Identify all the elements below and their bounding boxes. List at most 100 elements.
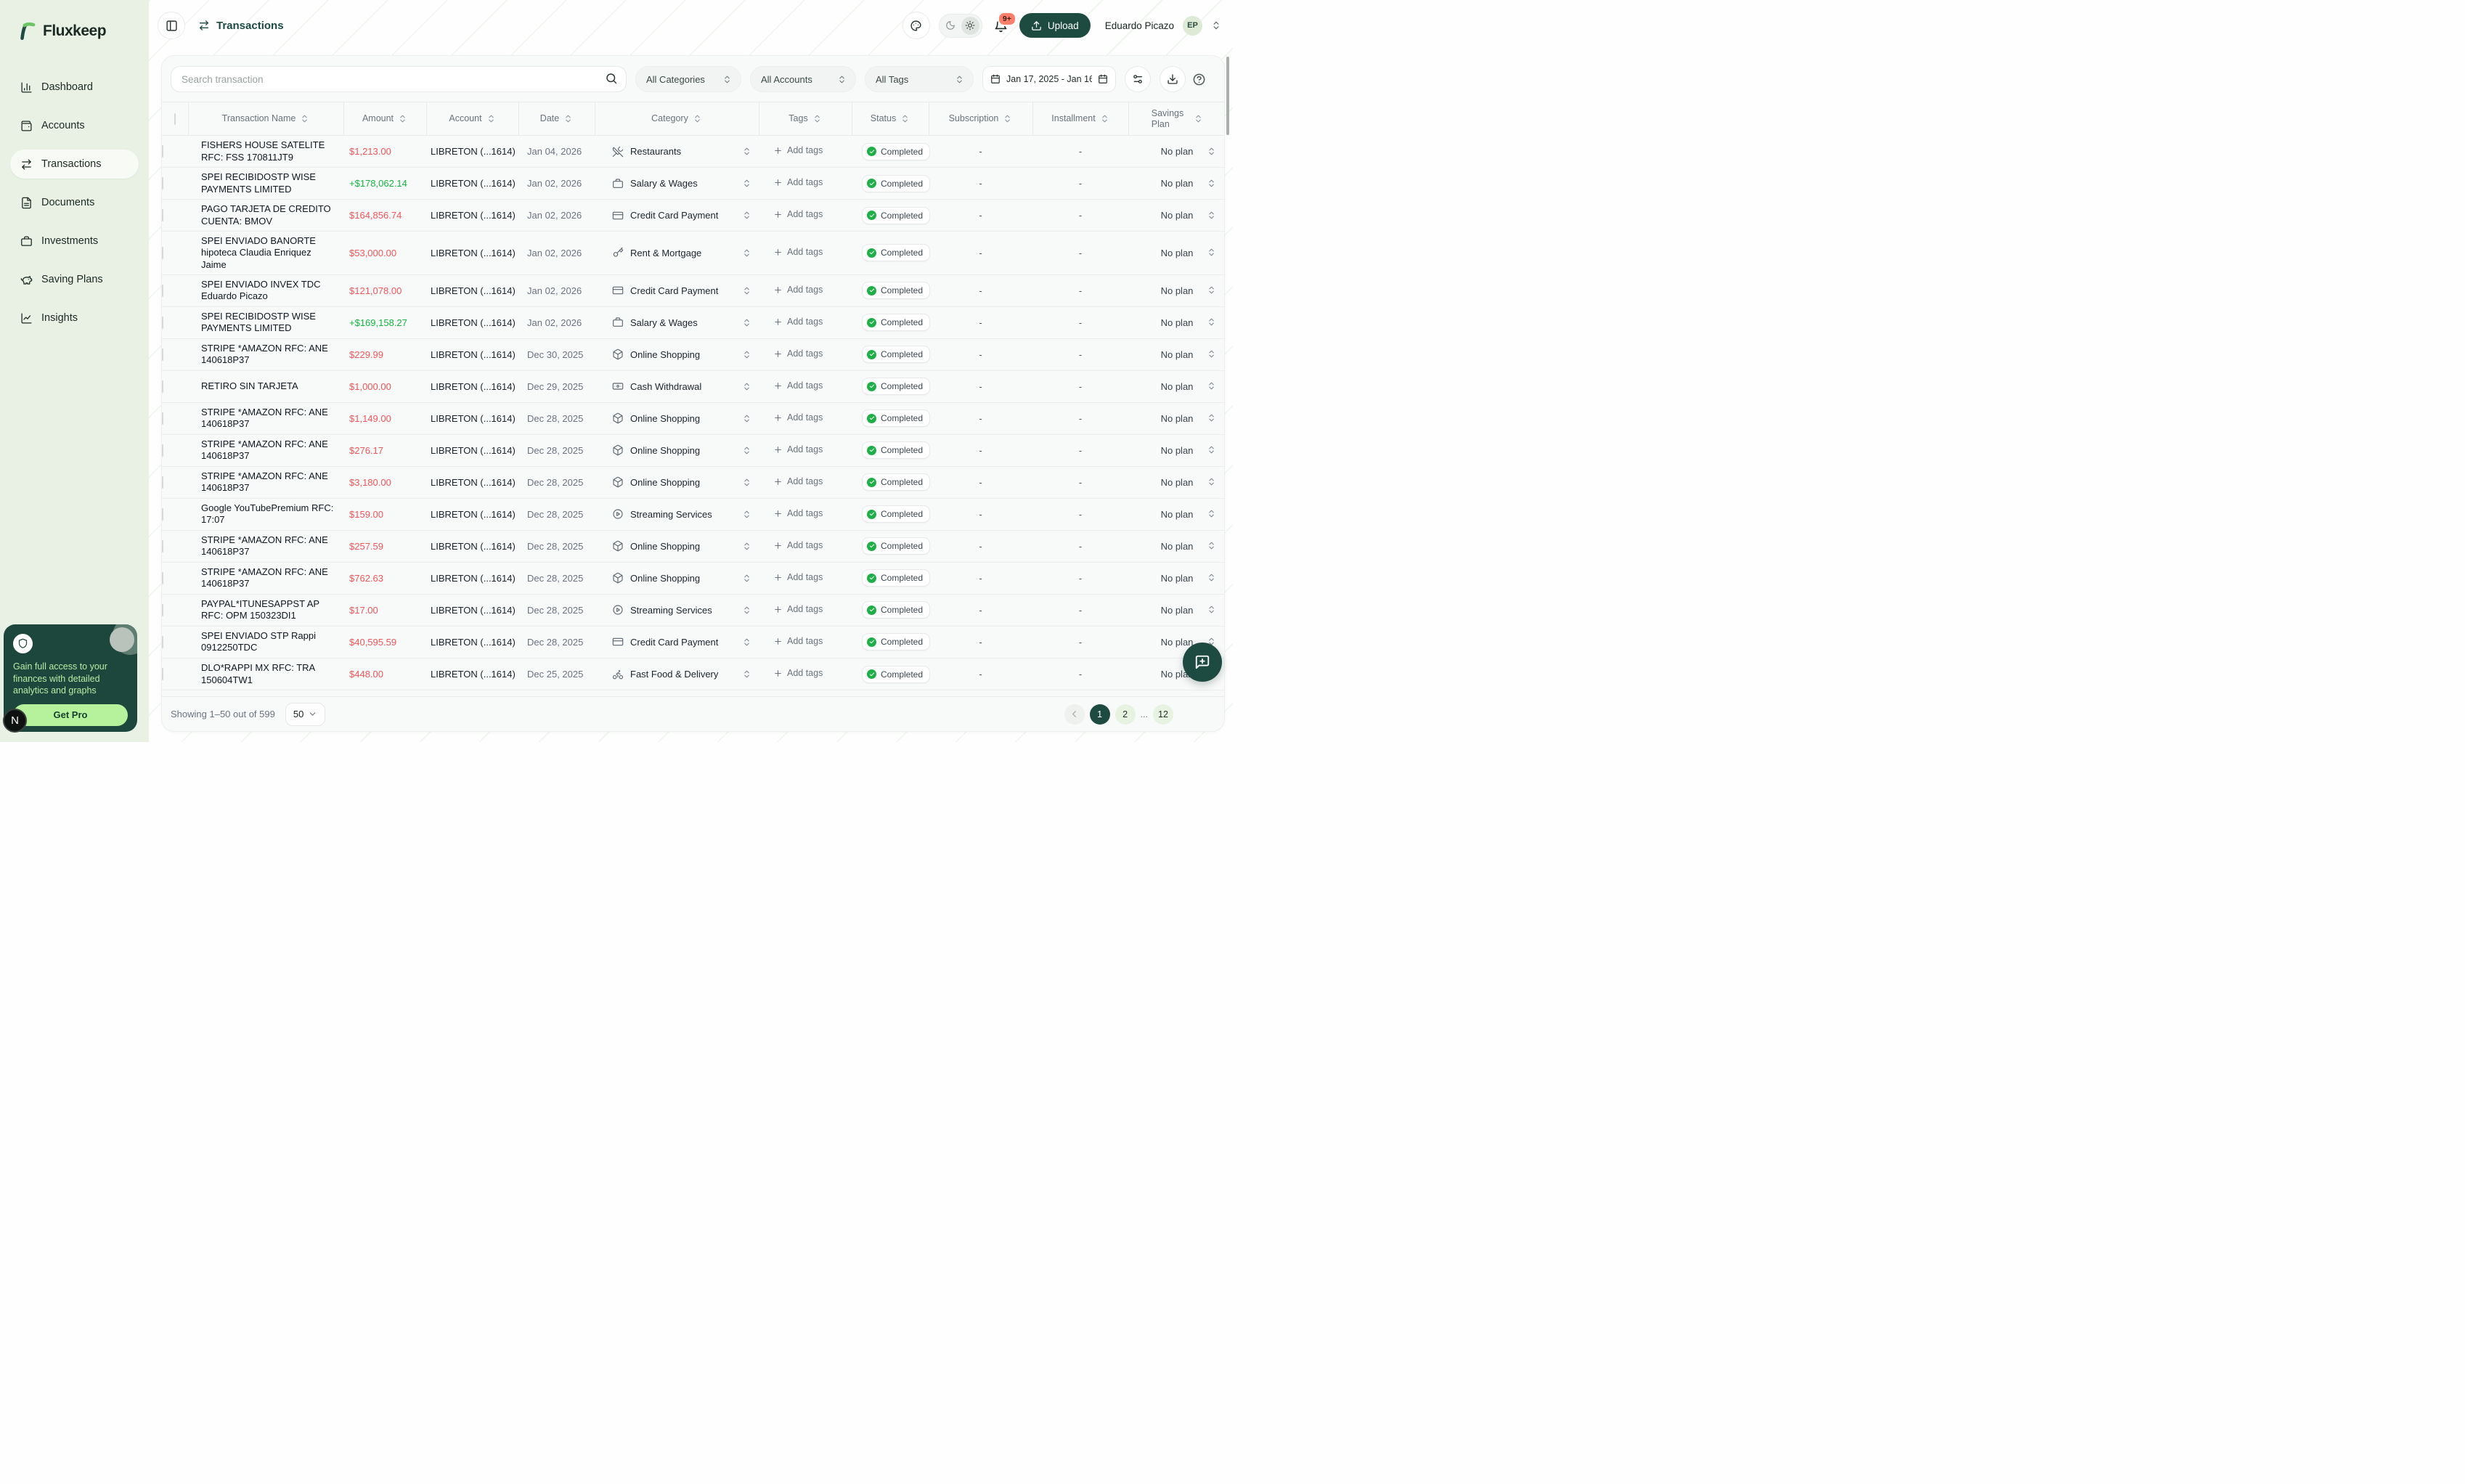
savings-plan-select[interactable]: No plan	[1128, 232, 1225, 275]
sort-icon[interactable]	[300, 114, 309, 123]
row-checkbox[interactable]	[162, 317, 163, 329]
savings-plan-select[interactable]: No plan	[1128, 200, 1225, 232]
category-select[interactable]: Online Shopping	[612, 412, 751, 424]
sidebar-item-dashboard[interactable]: Dashboard	[10, 73, 139, 102]
column-header-account[interactable]: Account	[426, 102, 518, 136]
add-tags-button[interactable]: Add tags	[773, 476, 823, 486]
row-checkbox[interactable]	[162, 444, 163, 457]
row-checkbox[interactable]	[162, 348, 163, 361]
category-select[interactable]: Salary & Wages	[612, 178, 751, 189]
column-header-status[interactable]: Status	[852, 102, 929, 136]
sidebar-item-investments[interactable]: Investments	[10, 227, 139, 256]
select-all-checkbox[interactable]	[174, 113, 176, 125]
sort-icon[interactable]	[1003, 114, 1012, 123]
table-row[interactable]: DLO*RAPPI MX RFC: TRA 150604TW1$448.00LI…	[162, 658, 1225, 690]
table-row[interactable]: SPEI ENVIADO STP Rappi 0912250TDC$40,595…	[162, 626, 1225, 658]
add-tags-button[interactable]: Add tags	[773, 285, 823, 295]
sort-icon[interactable]	[812, 114, 822, 123]
add-tags-button[interactable]: Add tags	[773, 348, 823, 359]
feedback-fab-button[interactable]	[1183, 643, 1222, 682]
add-tags-button[interactable]: Add tags	[773, 145, 823, 155]
table-row[interactable]: SPEI ENVIADO BANORTE hipoteca Claudia En…	[162, 232, 1225, 275]
dark-mode-button[interactable]	[942, 17, 960, 35]
row-checkbox[interactable]	[162, 668, 163, 680]
row-checkbox[interactable]	[162, 380, 163, 393]
scrollbar[interactable]	[1226, 57, 1229, 135]
page-button-2[interactable]: 2	[1115, 704, 1136, 725]
table-row[interactable]: SPEI RECIBIDOSTP WISE PAYMENTS LIMITED+$…	[162, 306, 1225, 338]
account-filter-select[interactable]: All Accounts	[750, 66, 856, 92]
add-tags-button[interactable]: Add tags	[773, 444, 823, 454]
savings-plan-select[interactable]: No plan	[1128, 594, 1225, 626]
notifications-button[interactable]: 9+	[994, 19, 1008, 33]
table-row[interactable]: STRIPE *AMAZON RFC: ANE 140618P37$1,149.…	[162, 402, 1225, 434]
add-tags-button[interactable]: Add tags	[773, 317, 823, 327]
sort-icon[interactable]	[398, 114, 407, 123]
table-row[interactable]: RETIRO SIN TARJETA$1,000.00LIBRETON (...…	[162, 370, 1225, 402]
column-header-installment[interactable]: Installment	[1032, 102, 1128, 136]
savings-plan-select[interactable]: No plan	[1128, 306, 1225, 338]
sort-icon[interactable]	[486, 114, 496, 123]
upload-button[interactable]: Upload	[1019, 13, 1091, 38]
column-header-category[interactable]: Category	[595, 102, 759, 136]
category-select[interactable]: Streaming Services	[612, 508, 751, 520]
add-tags-button[interactable]: Add tags	[773, 572, 823, 582]
category-select[interactable]: Rent & Mortgage	[612, 247, 751, 258]
add-tags-button[interactable]: Add tags	[773, 604, 823, 614]
sidebar-item-documents[interactable]: Documents	[10, 188, 139, 217]
theme-palette-button[interactable]	[903, 12, 930, 39]
sidebar-item-saving-plans[interactable]: Saving Plans	[10, 265, 139, 294]
table-row[interactable]: SPEI RECIBIDOSTP WISE PAYMENTS LIMITED+$…	[162, 168, 1225, 200]
sidebar-item-transactions[interactable]: Transactions	[10, 150, 139, 179]
savings-plan-select[interactable]: No plan	[1128, 338, 1225, 370]
dev-tools-badge[interactable]: N	[3, 709, 27, 733]
user-menu-button[interactable]	[1211, 20, 1221, 30]
add-tags-button[interactable]: Add tags	[773, 540, 823, 550]
category-select[interactable]: Online Shopping	[612, 572, 751, 584]
column-header-amount[interactable]: Amount	[343, 102, 426, 136]
add-tags-button[interactable]: Add tags	[773, 247, 823, 257]
sidebar-item-accounts[interactable]: Accounts	[10, 111, 139, 140]
row-checkbox[interactable]	[162, 604, 163, 616]
savings-plan-select[interactable]: No plan	[1128, 530, 1225, 562]
get-pro-button[interactable]: Get Pro	[13, 704, 128, 726]
savings-plan-select[interactable]: No plan	[1128, 498, 1225, 530]
category-select[interactable]: Online Shopping	[612, 348, 751, 360]
savings-plan-select[interactable]: No plan	[1128, 466, 1225, 498]
help-icon[interactable]	[1192, 73, 1206, 86]
table-row[interactable]: PAYPAL*ITUNESAPPST AP RFC: OPM 150323DI1…	[162, 594, 1225, 626]
category-select[interactable]: Credit Card Payment	[612, 636, 751, 648]
sidebar-item-insights[interactable]: Insights	[10, 303, 139, 333]
savings-plan-select[interactable]: No plan	[1128, 434, 1225, 466]
row-checkbox[interactable]	[162, 636, 163, 648]
category-select[interactable]: Online Shopping	[612, 540, 751, 552]
table-row[interactable]: SPEI ENVIADO INVEX TDC Eduardo Picazo$12…	[162, 274, 1225, 306]
sidebar-toggle-button[interactable]	[158, 12, 185, 39]
sort-icon[interactable]	[563, 114, 573, 123]
category-select[interactable]: Credit Card Payment	[612, 210, 751, 221]
add-tags-button[interactable]: Add tags	[773, 508, 823, 518]
category-select[interactable]: Fast Food & Delivery	[612, 669, 751, 680]
tag-filter-select[interactable]: All Tags	[865, 66, 974, 92]
table-row[interactable]: STRIPE *AMAZON RFC: ANE 140618P37$762.63…	[162, 562, 1225, 594]
category-filter-select[interactable]: All Categories	[635, 66, 741, 92]
sort-icon[interactable]	[1194, 114, 1203, 123]
add-tags-button[interactable]: Add tags	[773, 380, 823, 391]
date-range-picker[interactable]: Jan 17, 2025 - Jan 16, 20...	[982, 66, 1116, 92]
search-input[interactable]	[171, 66, 627, 92]
sort-icon[interactable]	[693, 114, 702, 123]
row-checkbox[interactable]	[162, 412, 163, 425]
column-header-tags[interactable]: Tags	[759, 102, 852, 136]
add-tags-button[interactable]: Add tags	[773, 209, 823, 219]
savings-plan-select[interactable]: No plan	[1128, 562, 1225, 594]
light-mode-button[interactable]	[961, 17, 979, 35]
row-checkbox[interactable]	[162, 540, 163, 553]
savings-plan-select[interactable]: No plan	[1128, 168, 1225, 200]
savings-plan-select[interactable]: No plan	[1128, 402, 1225, 434]
table-row[interactable]: STRIPE *AMAZON RFC: ANE 140618P37$3,180.…	[162, 466, 1225, 498]
category-select[interactable]: Online Shopping	[612, 476, 751, 488]
row-checkbox[interactable]	[162, 247, 163, 259]
category-select[interactable]: Cash Withdrawal	[612, 380, 751, 392]
table-row[interactable]: FISHERS HOUSE SATELITE RFC: FSS 170811JT…	[162, 136, 1225, 168]
table-row[interactable]: STRIPE *AMAZON RFC: ANE 140618P37$276.17…	[162, 434, 1225, 466]
